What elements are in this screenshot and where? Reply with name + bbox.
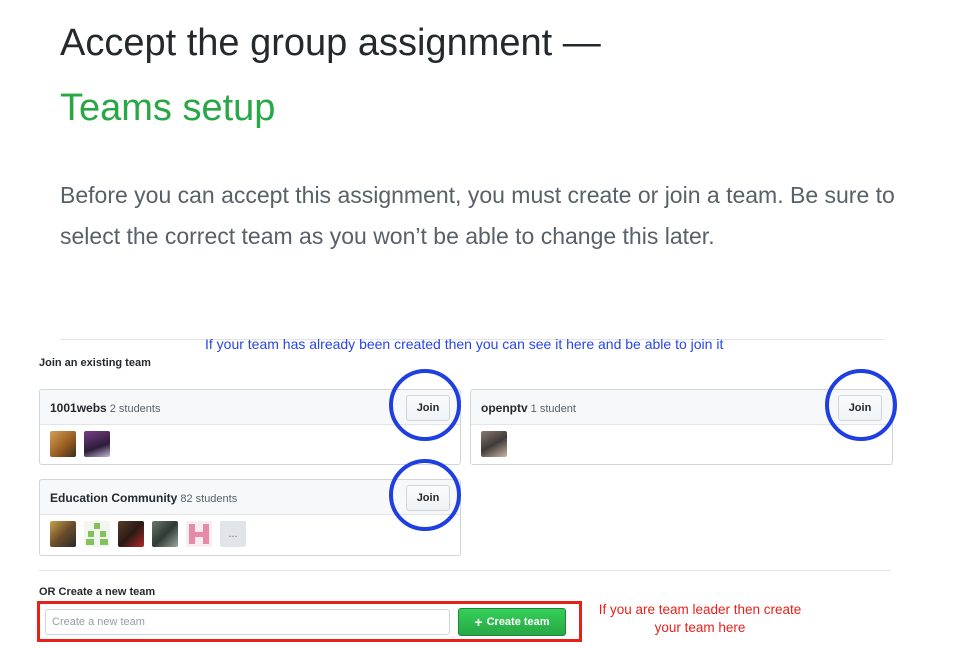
- create-team-label: Create team: [486, 616, 550, 628]
- team-card-1001webs: 1001webs 2 students Join: [39, 389, 461, 465]
- identicon-green-icon: [86, 523, 108, 545]
- page-title-line2: Teams setup: [60, 87, 276, 129]
- intro-text: Before you can accept this assignment, y…: [60, 182, 895, 249]
- divider: [39, 570, 891, 571]
- team-name: openptv: [481, 401, 528, 415]
- create-annotation: If you are team leader then create your …: [598, 602, 802, 635]
- join-button[interactable]: Join: [406, 395, 450, 421]
- avatar[interactable]: [152, 521, 178, 547]
- identicon-pink-icon: [189, 524, 209, 544]
- join-section-label: Join an existing team: [39, 357, 151, 369]
- team-member-count: 82 students: [180, 493, 238, 505]
- team-card-header: 1001webs 2 students Join: [40, 390, 460, 425]
- team-avatars: [50, 431, 110, 457]
- team-card-education-community: Education Community 82 students Join ...: [39, 479, 461, 556]
- plus-icon: +: [474, 614, 483, 630]
- page-title-line1: Accept the group assignment —: [60, 22, 601, 64]
- team-card-openptv: openptv 1 student Join: [470, 389, 893, 465]
- create-team-highlight: + Create team: [37, 601, 582, 642]
- team-avatars: [481, 431, 507, 457]
- create-section-label: OR Create a new team: [39, 586, 156, 598]
- join-button[interactable]: Join: [838, 395, 882, 421]
- avatar-identicon[interactable]: [84, 521, 110, 547]
- avatar[interactable]: [50, 521, 76, 547]
- team-name: Education Community: [50, 491, 178, 505]
- avatar-identicon[interactable]: [186, 521, 212, 547]
- avatar[interactable]: [118, 521, 144, 547]
- avatar[interactable]: [84, 431, 110, 457]
- team-avatars: ...: [50, 521, 246, 547]
- more-members-indicator[interactable]: ...: [220, 521, 246, 547]
- team-name-line: openptv 1 student: [481, 401, 576, 415]
- team-name-line: Education Community 82 students: [50, 491, 237, 505]
- team-member-count: 2 students: [109, 403, 161, 415]
- join-annotation: If your team has already been created th…: [205, 336, 724, 352]
- avatar[interactable]: [50, 431, 76, 457]
- team-name-line: 1001webs 2 students: [50, 401, 160, 415]
- create-team-button[interactable]: + Create team: [458, 608, 566, 636]
- team-card-header: openptv 1 student Join: [471, 390, 892, 425]
- new-team-name-input[interactable]: [45, 609, 450, 635]
- avatar[interactable]: [481, 431, 507, 457]
- join-button[interactable]: Join: [406, 485, 450, 511]
- team-member-count: 1 student: [530, 403, 576, 415]
- team-name: 1001webs: [50, 401, 107, 415]
- team-card-header: Education Community 82 students Join: [40, 480, 460, 515]
